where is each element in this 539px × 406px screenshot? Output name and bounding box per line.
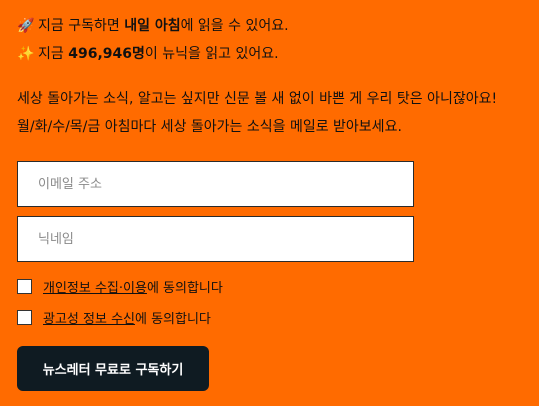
- marketing-consent-row: 광고성 정보 수신 에 동의합니다: [17, 308, 211, 327]
- marketing-policy-link[interactable]: 광고성 정보 수신: [43, 308, 135, 327]
- rocket-icon: 🚀: [17, 18, 35, 34]
- subscribe-button[interactable]: 뉴스레터 무료로 구독하기: [17, 346, 209, 391]
- timing-suffix: 에 읽을 수 있어요.: [180, 18, 289, 34]
- marketing-consent-text: 에 동의합니다: [135, 312, 211, 327]
- email-field[interactable]: [17, 161, 414, 207]
- privacy-consent-row: 개인정보 수집·이용 에 동의합니다: [17, 277, 223, 296]
- timing-prefix: 지금 구독하면: [38, 18, 125, 34]
- reader-count-line: ✨ 지금 496,946명이 뉴닉을 읽고 있어요.: [17, 45, 279, 63]
- nickname-field[interactable]: [17, 216, 414, 262]
- description-line-1: 세상 돌아가는 소식, 알고는 싶지만 신문 볼 새 없이 바쁜 게 우리 탓은…: [17, 91, 498, 107]
- privacy-consent-text: 에 동의합니다: [146, 281, 223, 296]
- sparkles-icon: ✨: [17, 46, 35, 62]
- reader-suffix: 이 뉴닉을 읽고 있어요.: [144, 46, 279, 62]
- reader-count: 496,946명: [68, 46, 145, 62]
- timing-emphasis: 내일 아침: [124, 18, 181, 34]
- privacy-policy-link[interactable]: 개인정보 수집·이용: [43, 277, 147, 296]
- reader-prefix: 지금: [38, 46, 69, 62]
- subscribe-timing-line: 🚀 지금 구독하면 내일 아침에 읽을 수 있어요.: [17, 17, 289, 35]
- privacy-consent-checkbox[interactable]: [17, 279, 32, 294]
- description-line-2: 월/화/수/목/금 아침마다 세상 돌아가는 소식을 메일로 받아보세요.: [17, 119, 402, 135]
- marketing-consent-checkbox[interactable]: [17, 310, 32, 325]
